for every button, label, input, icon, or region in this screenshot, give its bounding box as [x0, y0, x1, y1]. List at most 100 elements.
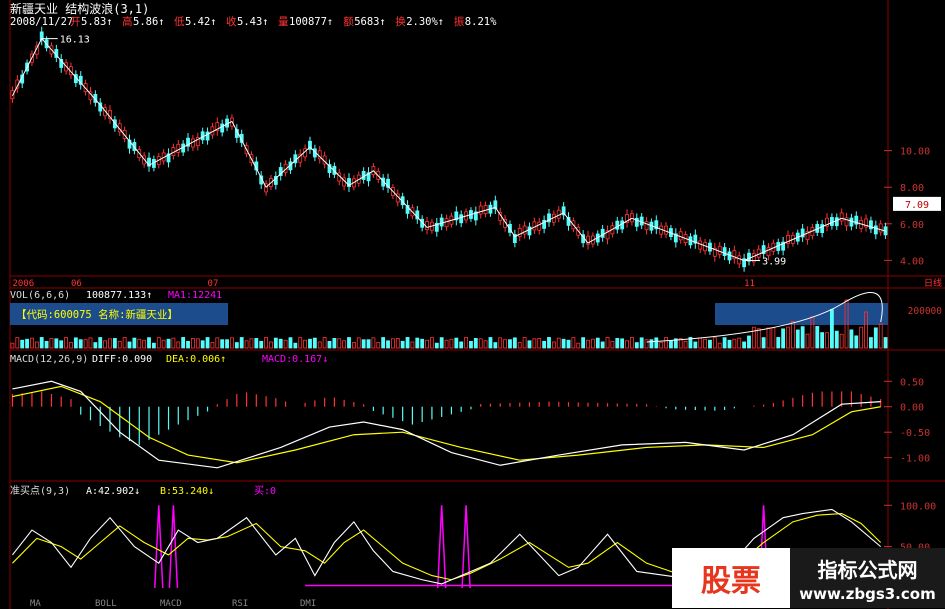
- footer-tab-boll[interactable]: BOLL: [95, 599, 117, 609]
- volume-bar-106: [527, 340, 532, 349]
- volume-bar-78: [390, 338, 395, 349]
- candle-body-89: [444, 218, 449, 228]
- volume-bar-76: [381, 337, 386, 349]
- volume-bar-170: [839, 333, 844, 349]
- candle-body-168: [829, 217, 834, 226]
- volume-bar-66: [332, 338, 337, 349]
- watermark-url: www.zbgs3.com: [799, 584, 936, 603]
- candle-body-153: [756, 248, 761, 258]
- volume-bar-129: [639, 337, 644, 349]
- candle-body-155: [766, 247, 771, 257]
- header-label-0: 开: [70, 16, 81, 28]
- x-label-3: 11: [744, 279, 755, 289]
- volume-bar-27: [142, 339, 147, 349]
- footer-tab-macd[interactable]: MACD: [160, 599, 182, 609]
- candle-body-107: [532, 221, 537, 231]
- candle-body-141: [698, 240, 703, 250]
- volume-bar-52: [264, 337, 268, 349]
- volume-bar-91: [454, 337, 459, 349]
- candle-body-96: [478, 205, 483, 215]
- volume-bar-36: [186, 340, 190, 349]
- volume-bar-121: [600, 341, 605, 349]
- volume-bar-30: [156, 337, 161, 349]
- volume-bar-63: [317, 341, 322, 349]
- volume-bar-32: [166, 338, 171, 349]
- volume-bar-135: [669, 340, 673, 349]
- volume-bar-152: [751, 326, 756, 349]
- footer-tab-rsi[interactable]: RSI: [232, 599, 248, 609]
- volume-bar-26: [137, 338, 142, 349]
- volume-bar-165: [815, 326, 820, 349]
- volume-bar-23: [122, 337, 127, 349]
- volume-bar-58: [293, 342, 298, 349]
- candle-body-85: [425, 221, 429, 231]
- volume-bar-41: [210, 342, 215, 349]
- volume-bar-64: [322, 337, 327, 349]
- volume-bar-1: [15, 337, 20, 349]
- volume-bar-153: [756, 328, 761, 349]
- volume-bar-9: [54, 338, 59, 349]
- volume-bar-28: [147, 337, 151, 349]
- volume-bar-169: [834, 330, 839, 349]
- buy-spike-0: [154, 505, 164, 589]
- volume-bar-123: [610, 340, 615, 349]
- price-tick-label-1: 8.00: [900, 183, 924, 194]
- zhunmai-tick-label-0: 100.00: [900, 501, 936, 512]
- volume-bar-96: [478, 338, 483, 349]
- volume-bar-92: [459, 341, 464, 349]
- footer-tab-ma[interactable]: MA: [30, 599, 41, 609]
- volume-bar-130: [644, 339, 649, 349]
- volume-bar-87: [434, 342, 439, 349]
- volume-bar-144: [712, 337, 717, 349]
- volume-bar-143: [708, 339, 712, 349]
- macd-dea-label: DEA:0.006↑: [166, 354, 226, 365]
- volume-bar-178: [878, 323, 883, 349]
- macd-value-label: MACD:0.167↓: [262, 354, 328, 365]
- volume-bar-12: [69, 342, 73, 349]
- volume-ma-label: MA1:12241: [168, 290, 222, 301]
- volume-bar-158: [781, 328, 786, 349]
- volume-tick-label: 200000: [908, 306, 943, 317]
- zhunmai-a-label: A:42.902↓: [86, 486, 140, 497]
- volume-bar-46: [234, 342, 239, 349]
- header-value-1: 5.86↑: [133, 16, 165, 28]
- buy-spike-1: [168, 505, 179, 589]
- volume-bar-176: [869, 337, 873, 349]
- volume-bar-2: [20, 339, 25, 349]
- volume-bar-54: [273, 337, 278, 349]
- volume-bar-47: [239, 337, 244, 349]
- candle-body-172: [849, 217, 854, 227]
- volume-bar-147: [727, 339, 732, 349]
- volume-bar-125: [620, 338, 625, 349]
- volume-bar-95: [473, 338, 478, 349]
- volume-bar-128: [634, 342, 639, 349]
- volume-bar-140: [693, 341, 698, 349]
- volume-bar-25: [132, 337, 137, 349]
- volume-bar-111: [551, 341, 556, 349]
- volume-bar-81: [405, 337, 410, 349]
- candlestick-indicator-chart[interactable]: 新疆天业 结构波浪(3,1)2008/11/27开 5.83↑ 高 5.86↑ 低 5.4…: [0, 0, 945, 609]
- volume-bar-132: [654, 337, 659, 349]
- volume-bar-99: [493, 342, 498, 349]
- volume-bar-179: [883, 337, 888, 349]
- volume-bar-21: [112, 338, 117, 349]
- volume-bar-20: [108, 338, 112, 349]
- footer-tab-dmi[interactable]: DMI: [300, 599, 316, 609]
- volume-bar-35: [181, 337, 186, 349]
- candle-body-151: [747, 252, 751, 262]
- candle-body-170: [839, 212, 844, 222]
- volume-bar-69: [347, 337, 351, 349]
- volume-bar-98: [488, 337, 493, 349]
- candle-body-177: [873, 225, 878, 235]
- volume-bar-85: [425, 339, 429, 349]
- volume-bar-4: [30, 337, 34, 349]
- volume-bar-162: [800, 326, 805, 349]
- volume-bar-115: [571, 337, 576, 349]
- volume-bar-155: [766, 327, 771, 349]
- volume-bar-68: [342, 340, 347, 349]
- volume-bar-42: [215, 337, 220, 349]
- volume-bar-113: [561, 338, 566, 349]
- volume-bar-93: [464, 337, 468, 349]
- macd-diff-label: DIFF:0.090: [92, 354, 152, 365]
- x-label-1: 06: [71, 279, 82, 289]
